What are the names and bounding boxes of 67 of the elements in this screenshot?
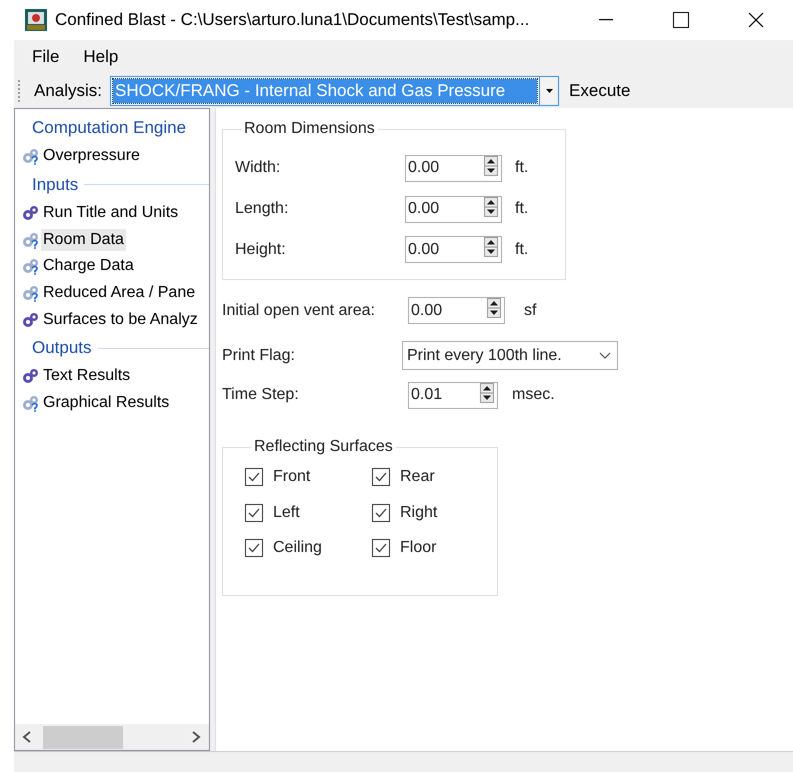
spin-arrows-icon[interactable]: [484, 196, 498, 217]
checkbox-icon: [372, 539, 390, 557]
checkbox[interactable]: Right: [372, 504, 492, 522]
app-icon: [25, 9, 47, 31]
gears-question-icon: [21, 147, 41, 166]
tree-item[interactable]: Charge Data: [15, 253, 209, 280]
horizontal-scrollbar[interactable]: [15, 724, 209, 750]
field-label: Length:: [235, 200, 290, 218]
close-icon: [748, 12, 764, 28]
analysis-label: Analysis:: [34, 81, 102, 101]
chevron-down-icon: [599, 352, 611, 359]
field-label: Print Flag:: [222, 346, 296, 364]
gears-question-icon: [21, 394, 41, 412]
number-spinner[interactable]: 0.00: [405, 236, 502, 264]
tree-item[interactable]: Overpressure: [15, 143, 209, 170]
unit-label: sf: [524, 302, 536, 320]
spin-arrows-icon[interactable]: [480, 382, 494, 402]
tree-item[interactable]: Room Data: [15, 226, 209, 254]
menu-item[interactable]: Help: [71, 47, 130, 67]
checkbox[interactable]: Front: [245, 468, 372, 486]
print-flag-dropdown[interactable]: Print every 100th line.: [402, 341, 618, 370]
tree-item[interactable]: Reduced Area / Pane: [15, 280, 209, 306]
maximize-icon: [672, 12, 688, 28]
gears-question-icon: [21, 284, 41, 302]
gears-icon: [21, 310, 41, 329]
section-header: Inputs: [32, 174, 78, 195]
field-label: Initial open vent area:: [222, 302, 376, 320]
group-title: Reflecting Surfaces: [253, 438, 394, 456]
window-title: Confined Blast - C:\Users\arturo.luna1\Documents\Test\samp...: [55, 10, 530, 30]
menu-item[interactable]: File: [20, 47, 72, 67]
checkbox[interactable]: Left: [245, 504, 372, 522]
field-label: Time Step:: [222, 386, 300, 404]
section-header: Computation Engine: [32, 118, 186, 138]
tree-item[interactable]: Text Results: [15, 363, 209, 390]
tree-item[interactable]: Surfaces to be Analyz: [15, 306, 209, 334]
number-spinner[interactable]: 0.00: [405, 196, 502, 223]
unit-label: ft.: [515, 200, 528, 218]
tree-item[interactable]: Run Title and Units: [15, 200, 209, 226]
unit-label: ft.: [515, 159, 528, 178]
unit-label: ft.: [515, 240, 528, 259]
execute-button[interactable]: Execute: [559, 81, 640, 101]
field-label: Width:: [235, 159, 282, 178]
gears-icon: [21, 204, 41, 222]
checkbox[interactable]: Ceiling: [245, 539, 372, 557]
section-header: Outputs: [32, 338, 92, 358]
checkbox-icon: [245, 468, 263, 486]
number-spinner[interactable]: 0.01: [408, 382, 498, 408]
gears-question-icon: [21, 257, 41, 276]
checkbox-icon: [372, 468, 390, 486]
checkbox[interactable]: Floor: [372, 539, 492, 557]
group-title: Room Dimensions: [243, 120, 376, 138]
gears-icon: [21, 367, 41, 386]
checkbox[interactable]: Rear: [372, 468, 492, 486]
gears-question-icon: [21, 230, 41, 249]
number-spinner[interactable]: 0.00: [405, 154, 502, 182]
number-spinner[interactable]: 0.00: [408, 297, 505, 324]
minimize-icon: [598, 19, 612, 21]
spin-arrows-icon[interactable]: [484, 237, 498, 258]
spin-arrows-icon[interactable]: [487, 298, 501, 318]
tree-item[interactable]: Graphical Results: [15, 390, 209, 416]
dropdown-arrow-icon: [546, 89, 553, 93]
checkbox-icon: [245, 504, 263, 522]
spin-arrows-icon[interactable]: [484, 156, 498, 176]
checkbox-icon: [245, 539, 263, 557]
checkbox-icon: [372, 504, 390, 522]
field-label: Height:: [235, 240, 287, 259]
unit-label: msec.: [512, 386, 555, 404]
